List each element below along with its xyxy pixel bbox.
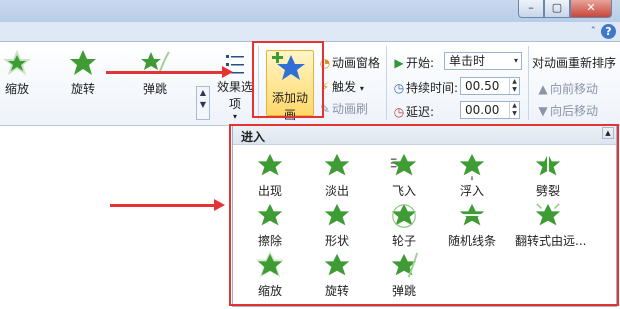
move-later-button[interactable]: ▼ 向后移动	[536, 102, 598, 119]
animation-painter-button[interactable]: ✎ 动画刷	[318, 100, 368, 117]
play-icon: ▶	[394, 56, 404, 70]
ribbon-divider	[386, 46, 387, 120]
chevron-down-icon: ▾	[513, 56, 518, 65]
gallery-item-zoom[interactable]: 缩放	[0, 48, 40, 97]
chevron-down-icon: ▾	[359, 84, 364, 93]
red-arrow-to-panel	[110, 199, 225, 211]
window-controls: – ▢ ✕	[518, 0, 612, 18]
trigger-label: 触发	[332, 80, 357, 94]
maximize-button[interactable]: ▢	[544, 0, 570, 18]
triangle-down-icon: ▼	[538, 104, 548, 118]
start-label-row: ▶ 开始:	[392, 54, 434, 71]
red-arrow-to-effect-options	[106, 66, 233, 78]
ribbon-divider	[528, 46, 529, 120]
duration-spinner[interactable]: ▲ ▼	[509, 78, 519, 94]
gallery-item-label: 缩放	[4, 82, 29, 96]
effect-options-label: 效果选项	[216, 80, 253, 111]
move-earlier-button[interactable]: ▲ 向前移动	[536, 80, 598, 97]
gallery-more-button[interactable]: ▲ ▼	[196, 86, 210, 120]
animation-pane-button[interactable]: ◔ 动画窗格	[318, 54, 380, 71]
start-select[interactable]: 单击时 ▾	[444, 52, 522, 70]
gallery-item-spin[interactable]: 旋转	[60, 48, 106, 97]
minimize-ribbon-button[interactable]: ˆ	[591, 25, 597, 38]
duration-input[interactable]: 00.50 ▲ ▼	[460, 77, 520, 95]
ribbon-tab-row: ˆ ?	[0, 22, 620, 42]
zoom-star-icon	[3, 50, 31, 75]
animation-painter-label: 动画刷	[332, 102, 369, 116]
spin-star-icon	[70, 50, 96, 75]
highlight-box-panel	[229, 124, 619, 306]
animation-pane-label: 动画窗格	[332, 56, 381, 70]
gallery-item-label: 旋转	[70, 82, 95, 96]
gallery-item-label: 弹跳	[142, 82, 167, 96]
triangle-up-icon: ▲	[538, 82, 548, 96]
delay-input[interactable]: 00.00 ▲ ▼	[460, 101, 520, 119]
delay-label-row: ◷ 延迟:	[393, 105, 435, 119]
trigger-button[interactable]: ⚡ 触发 ▾	[318, 78, 364, 95]
reorder-title: 对动画重新排序	[532, 56, 617, 70]
title-bar: – ▢ ✕	[0, 0, 620, 22]
highlight-box-add-animation	[252, 41, 324, 118]
clock-icon: ◷	[393, 81, 405, 95]
minimize-button[interactable]: –	[518, 0, 544, 18]
delay-clock-icon: ◷	[393, 105, 405, 119]
delay-spinner[interactable]: ▲ ▼	[509, 102, 519, 118]
close-button[interactable]: ✕	[570, 0, 612, 18]
help-icon[interactable]: ?	[601, 24, 616, 39]
duration-label-row: ◷ 持续时间:	[393, 81, 459, 95]
